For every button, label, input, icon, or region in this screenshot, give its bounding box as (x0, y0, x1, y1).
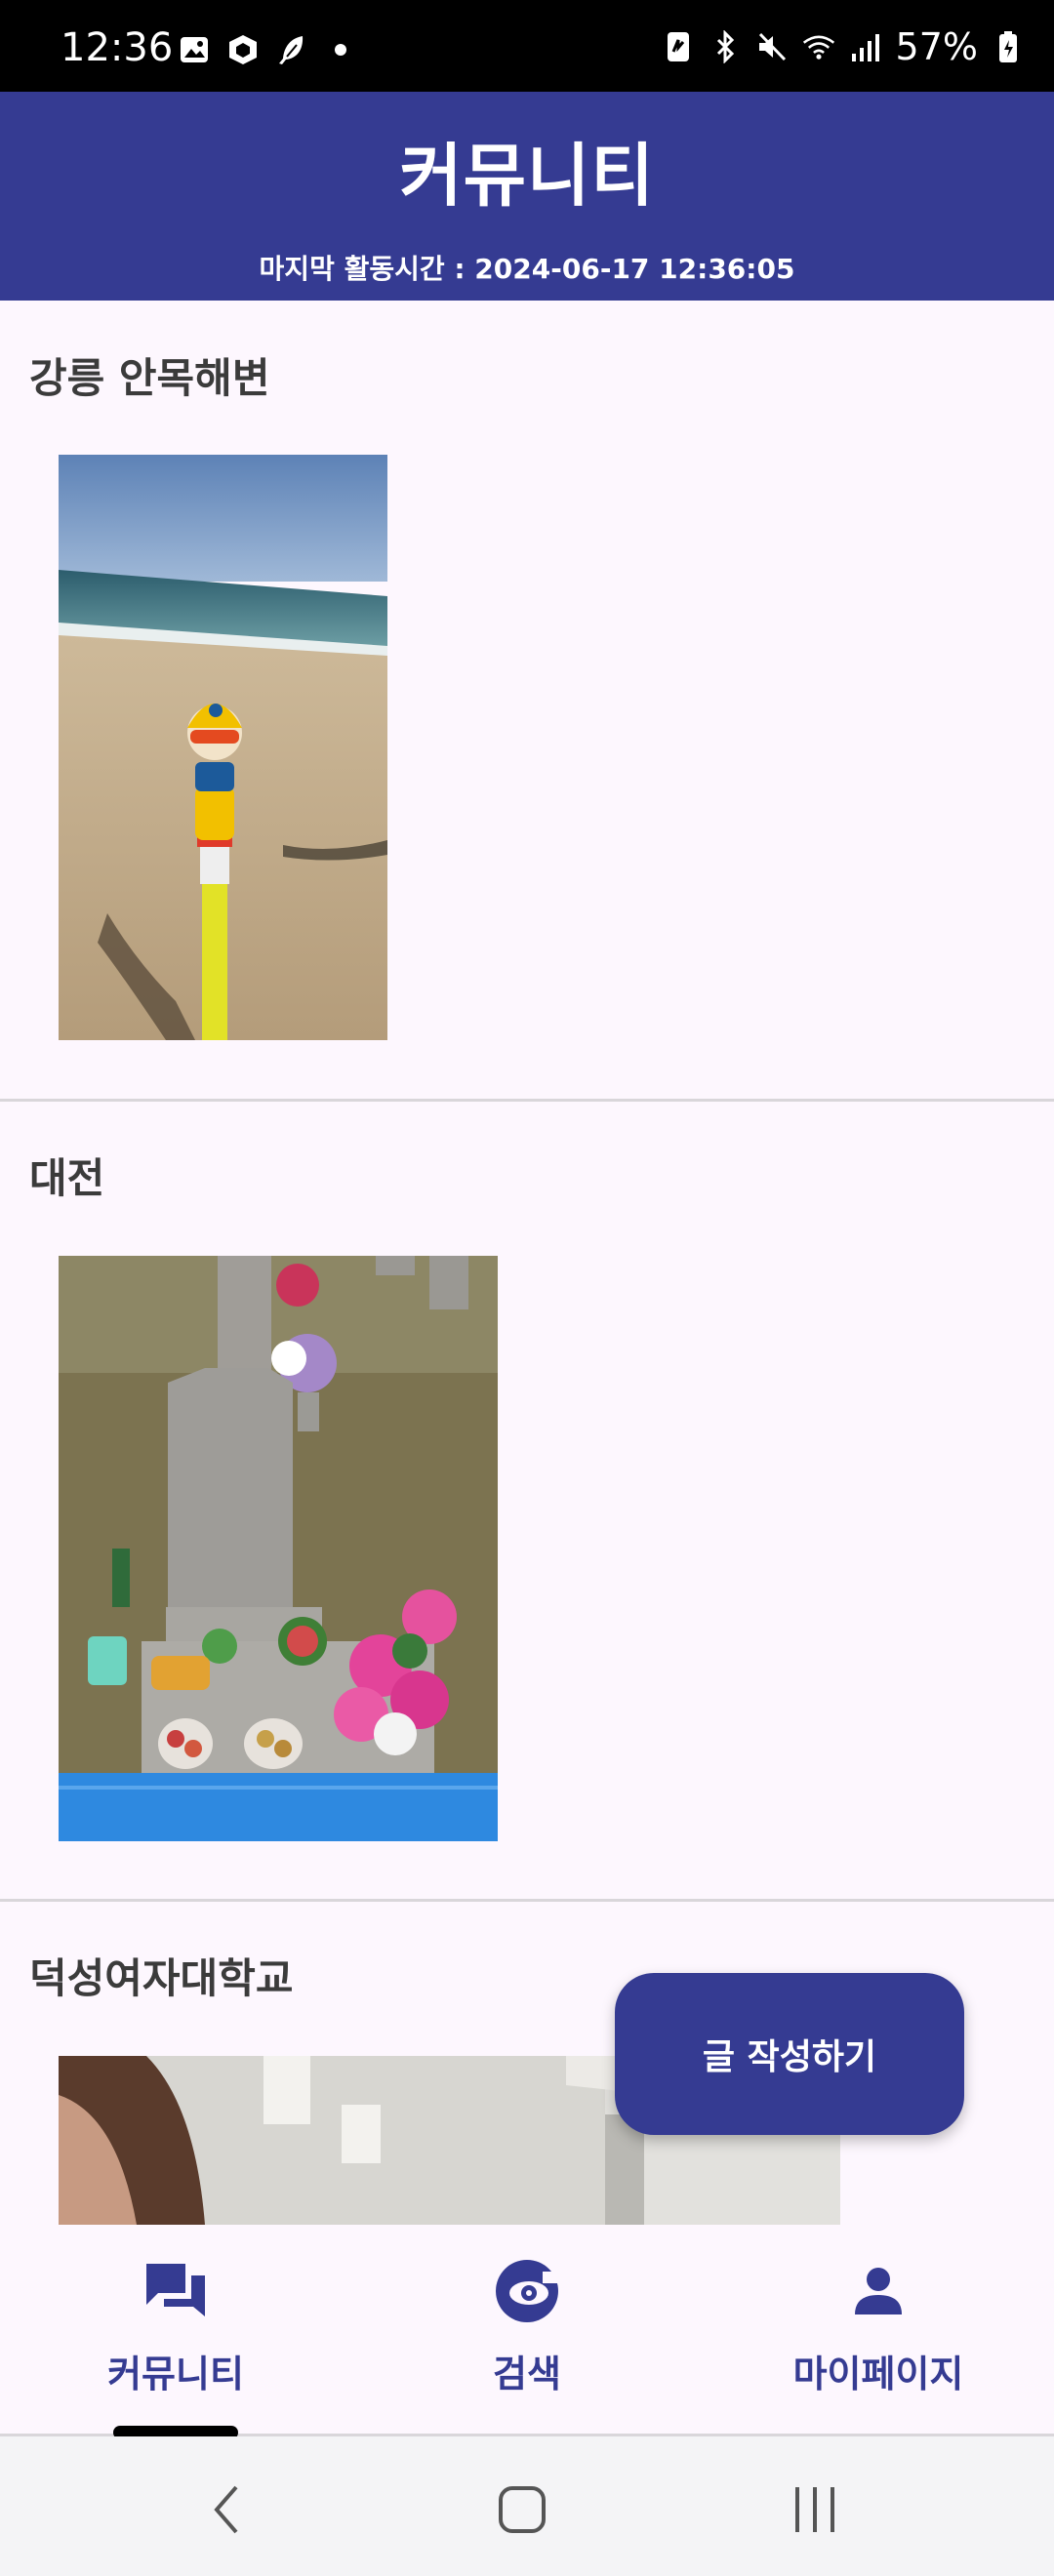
recents-icon[interactable] (781, 2475, 849, 2544)
nav-item-community[interactable]: 커뮤니티 (29, 2225, 322, 2434)
post-card[interactable]: 대전 (0, 1102, 1054, 1902)
back-icon[interactable] (195, 2475, 264, 2544)
memorial-grave-photo[interactable] (59, 1256, 498, 1841)
mute-icon (755, 30, 789, 63)
wifi-icon (802, 30, 835, 63)
image-icon (178, 33, 211, 66)
status-time: 12:36 (61, 25, 174, 70)
beach-toy-photo[interactable] (59, 455, 387, 1040)
last-activity-text: 마지막 활동시간 : 2024-06-17 12:36:05 (259, 253, 795, 285)
write-post-label: 글 작성하기 (702, 2037, 877, 2077)
post-card[interactable]: 강릉 안목해변 (0, 301, 1054, 1101)
nfc-icon (662, 30, 695, 63)
dot-icon (324, 33, 357, 66)
signal-icon (849, 30, 882, 63)
app-header: 커뮤니티 마지막 활동시간 : 2024-06-17 12:36:05 (0, 92, 1054, 301)
package-icon (226, 33, 260, 66)
status-bar: 12:36 57% (0, 0, 1054, 92)
post-title: 강릉 안목해변 (29, 354, 270, 402)
page-title: 커뮤니티 (399, 136, 655, 216)
person-icon (845, 2258, 912, 2324)
search-eye-icon (494, 2258, 560, 2324)
bottom-navigation: 커뮤니티 검색 마이페이지 (0, 2225, 1054, 2436)
nav-label: 마이페이지 (792, 2353, 964, 2395)
nav-item-search[interactable]: 검색 (381, 2225, 673, 2434)
battery-icon (992, 30, 1025, 63)
nav-item-mypage[interactable]: 마이페이지 (732, 2225, 1025, 2434)
system-navigation-bar (0, 2436, 1054, 2576)
home-icon[interactable] (488, 2475, 556, 2544)
post-title: 덕성여자대학교 (29, 1954, 294, 2002)
battery-percent: 57% (895, 25, 978, 68)
feather-icon (275, 33, 308, 66)
nav-label: 커뮤니티 (107, 2353, 244, 2395)
post-title: 대전 (29, 1154, 105, 1202)
forum-icon (142, 2258, 209, 2324)
bluetooth-icon (709, 30, 742, 63)
nav-label: 검색 (493, 2353, 561, 2395)
write-post-button[interactable]: 글 작성하기 (615, 1973, 964, 2135)
